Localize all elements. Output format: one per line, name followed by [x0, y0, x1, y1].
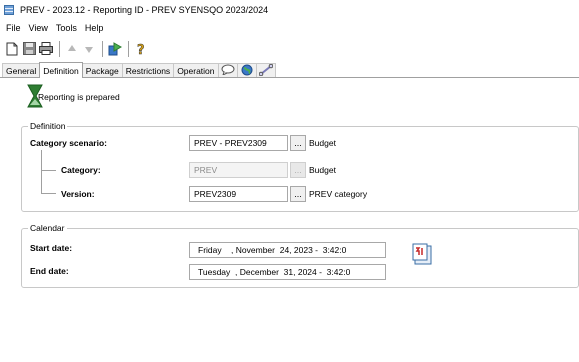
- link-tab[interactable]: [255, 63, 276, 78]
- category-label: Category:: [61, 165, 101, 175]
- calendar-group-label: Calendar: [28, 223, 67, 233]
- chevron-down-icon[interactable]: [373, 268, 383, 277]
- globe-tab[interactable]: [236, 63, 257, 78]
- definition-group-label: Definition: [28, 121, 68, 131]
- menu-file[interactable]: File: [2, 23, 25, 33]
- run-icon[interactable]: [107, 41, 123, 57]
- status-text: Reporting is prepared: [38, 92, 120, 102]
- arrow-down-icon[interactable]: [81, 41, 97, 57]
- calendar-icon[interactable]: [411, 243, 433, 265]
- version-label: Version:: [61, 189, 95, 199]
- hourglass-icon: [27, 84, 43, 110]
- svg-text:?: ?: [137, 43, 145, 56]
- toolbar: ?: [0, 38, 150, 59]
- toolbar-separator: [59, 40, 60, 57]
- version-browse-button[interactable]: ...: [290, 186, 306, 202]
- window-title: PREV - 2023.12 - Reporting ID - PREV SYE…: [20, 5, 269, 15]
- tab-restrictions[interactable]: Restrictions: [121, 63, 175, 77]
- tab-package[interactable]: Package: [81, 63, 123, 77]
- category-browse-button: ...: [290, 162, 306, 178]
- end-date-label: End date:: [30, 266, 69, 276]
- end-date-picker[interactable]: Tuesday , December 31, 2024 - 3:42:0: [189, 264, 386, 280]
- category-scenario-label: Category scenario:: [30, 138, 107, 148]
- category-field: PREV: [189, 162, 288, 178]
- new-document-icon[interactable]: [4, 41, 20, 57]
- version-description: PREV category: [309, 189, 368, 199]
- start-date-label: Start date:: [30, 243, 73, 253]
- tree-connector: [41, 150, 42, 193]
- toolbar-separator: [128, 40, 129, 57]
- category-scenario-description: Budget: [309, 138, 336, 148]
- tab-definition[interactable]: Definition: [39, 62, 83, 78]
- start-date-picker[interactable]: Friday , November 24, 2023 - 3:42:0: [189, 242, 386, 258]
- chevron-down-icon[interactable]: [373, 246, 383, 255]
- save-icon[interactable]: [21, 41, 37, 57]
- arrow-up-icon[interactable]: [64, 41, 80, 57]
- help-icon[interactable]: ?: [133, 41, 149, 57]
- menu-view[interactable]: View: [25, 23, 52, 33]
- tab-general[interactable]: General: [2, 63, 41, 77]
- link-icon: [258, 63, 273, 78]
- menu-bar: File View Tools Help: [0, 21, 107, 35]
- tab-operation[interactable]: Operation: [173, 63, 219, 77]
- tree-connector: [41, 193, 56, 194]
- category-scenario-browse-button[interactable]: ...: [290, 135, 306, 151]
- start-date-value: Friday , November 24, 2023 - 3:42:0: [198, 245, 347, 255]
- end-date-value: Tuesday , December 31, 2024 - 3:42:0: [198, 267, 351, 277]
- category-description: Budget: [309, 165, 336, 175]
- tab-bar: General Definition Package Restrictions …: [0, 62, 579, 78]
- app-icon: [4, 5, 14, 15]
- title-bar: PREV - 2023.12 - Reporting ID - PREV SYE…: [0, 0, 579, 20]
- speech-bubble-icon: [221, 64, 235, 77]
- version-field[interactable]: PREV2309: [189, 186, 288, 202]
- category-scenario-field[interactable]: PREV - PREV2309: [189, 135, 288, 151]
- status-area: Reporting is prepared: [27, 84, 120, 110]
- comment-tab[interactable]: [217, 63, 238, 77]
- toolbar-separator: [102, 40, 103, 57]
- print-icon[interactable]: [38, 41, 54, 57]
- tree-connector: [41, 170, 56, 171]
- globe-icon: [241, 64, 253, 78]
- menu-tools[interactable]: Tools: [52, 23, 81, 33]
- menu-help[interactable]: Help: [81, 23, 108, 33]
